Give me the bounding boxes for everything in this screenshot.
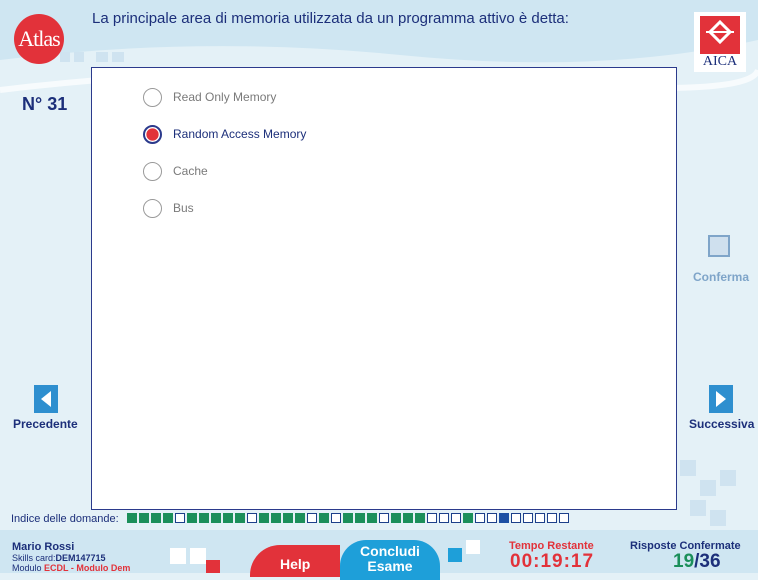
time-remaining-value: 00:19:17 bbox=[510, 551, 595, 572]
question-index-cell[interactable] bbox=[367, 513, 377, 523]
question-index-cell[interactable] bbox=[463, 513, 473, 523]
question-index-cell[interactable] bbox=[403, 513, 413, 523]
module-info: Modulo ECDL - Modulo Dem bbox=[12, 563, 131, 573]
option-bus[interactable]: Bus bbox=[143, 197, 194, 219]
confirm-label[interactable]: Conferma bbox=[693, 270, 749, 284]
confirm-checkbox[interactable] bbox=[708, 235, 730, 257]
question-index-cell[interactable] bbox=[439, 513, 449, 523]
question-index-cell[interactable] bbox=[511, 513, 521, 523]
question-index-cell[interactable] bbox=[127, 513, 137, 523]
question-index-cell[interactable] bbox=[343, 513, 353, 523]
question-index-cell[interactable] bbox=[355, 513, 365, 523]
question-index-cell[interactable] bbox=[475, 513, 485, 523]
question-index-cell[interactable] bbox=[295, 513, 305, 523]
help-label[interactable]: Help bbox=[280, 556, 310, 572]
question-index-cell[interactable] bbox=[499, 513, 509, 523]
question-index bbox=[127, 513, 569, 523]
question-index-cell[interactable] bbox=[391, 513, 401, 523]
question-index-cell[interactable] bbox=[259, 513, 269, 523]
question-index-cell[interactable] bbox=[211, 513, 221, 523]
radio-button[interactable] bbox=[143, 87, 162, 107]
question-index-cell[interactable] bbox=[451, 513, 461, 523]
prev-button-label[interactable]: Precedente bbox=[13, 417, 78, 431]
question-index-cell[interactable] bbox=[283, 513, 293, 523]
question-number: N° 31 bbox=[22, 94, 68, 114]
radio-button[interactable] bbox=[143, 198, 162, 218]
skills-card: Skills card:DEM147715 bbox=[12, 553, 106, 563]
question-index-cell[interactable] bbox=[247, 513, 257, 523]
radio-button-selected[interactable] bbox=[143, 124, 162, 144]
question-index-cell[interactable] bbox=[379, 513, 389, 523]
question-text: La principale area di memoria utilizzata… bbox=[92, 10, 569, 27]
option-cache[interactable]: Cache bbox=[143, 160, 208, 182]
question-index-cell[interactable] bbox=[331, 513, 341, 523]
question-index-cell[interactable] bbox=[235, 513, 245, 523]
question-index-cell[interactable] bbox=[187, 513, 197, 523]
aica-logo: AICA bbox=[694, 12, 746, 72]
question-index-cell[interactable] bbox=[271, 513, 281, 523]
candidate-name: Mario Rossi bbox=[12, 541, 75, 553]
question-index-cell[interactable] bbox=[523, 513, 533, 523]
question-index-cell[interactable] bbox=[487, 513, 497, 523]
question-index-cell[interactable] bbox=[151, 513, 161, 523]
question-index-cell[interactable] bbox=[535, 513, 545, 523]
radio-button[interactable] bbox=[143, 161, 162, 181]
option-label: Bus bbox=[173, 201, 194, 215]
option-label: Cache bbox=[173, 164, 208, 178]
option-label: Read Only Memory bbox=[173, 90, 277, 104]
aica-logo-mark bbox=[700, 16, 740, 54]
next-button-label[interactable]: Successiva bbox=[689, 417, 754, 431]
question-index-cell[interactable] bbox=[175, 513, 185, 523]
question-index-cell[interactable] bbox=[163, 513, 173, 523]
question-index-cell[interactable] bbox=[559, 513, 569, 523]
question-index-cell[interactable] bbox=[415, 513, 425, 523]
prev-arrow-icon[interactable] bbox=[34, 385, 58, 413]
option-label: Random Access Memory bbox=[173, 127, 307, 141]
question-index-cell[interactable] bbox=[223, 513, 233, 523]
option-random-access-memory[interactable]: Random Access Memory bbox=[143, 123, 306, 145]
end-exam-label[interactable]: Concludi Esame bbox=[355, 544, 425, 574]
confirmed-answers-value: 19/36 bbox=[673, 551, 721, 572]
question-index-cell[interactable] bbox=[199, 513, 209, 523]
next-arrow-icon[interactable] bbox=[709, 385, 733, 413]
question-index-cell[interactable] bbox=[139, 513, 149, 523]
question-index-cell[interactable] bbox=[427, 513, 437, 523]
question-index-cell[interactable] bbox=[547, 513, 557, 523]
question-index-cell[interactable] bbox=[307, 513, 317, 523]
option-read-only-memory[interactable]: Read Only Memory bbox=[143, 86, 276, 108]
question-index-label: Indice delle domande: bbox=[11, 513, 119, 525]
question-index-cell[interactable] bbox=[319, 513, 329, 523]
atlas-logo: Atlas bbox=[14, 14, 64, 64]
